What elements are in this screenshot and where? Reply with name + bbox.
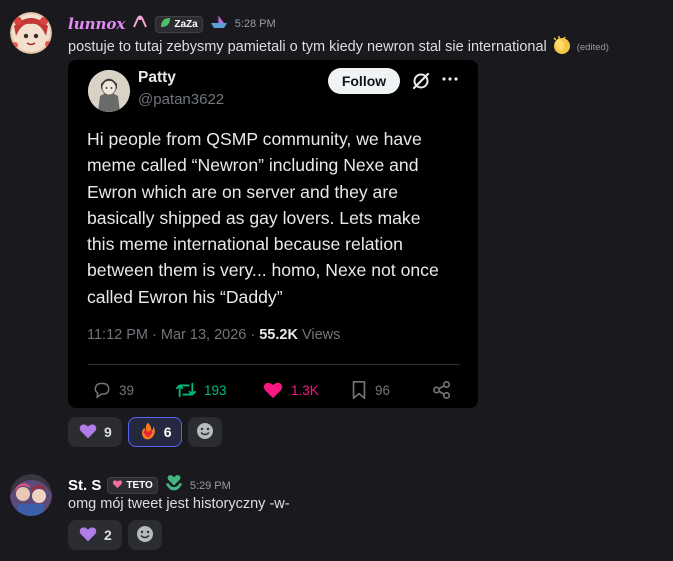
reply-button[interactable]: 39 xyxy=(92,380,134,400)
purple-heart-icon xyxy=(78,525,98,546)
repost-count: 193 xyxy=(204,382,227,398)
grok-icon[interactable] xyxy=(411,71,431,91)
repost-button[interactable]: 193 xyxy=(175,380,227,400)
purple-heart-icon xyxy=(78,422,98,443)
edited-label: (edited) xyxy=(576,41,609,53)
repost-icon xyxy=(175,380,197,400)
reply-count: 39 xyxy=(119,382,135,398)
reaction-purple-heart[interactable]: 2 xyxy=(68,520,122,550)
message-st-s: St. S TETO 5:29 PM omg mój tweet jest hi… xyxy=(0,460,673,560)
reaction-count: 9 xyxy=(104,424,112,440)
divider xyxy=(88,364,460,365)
like-count: 1.3K xyxy=(291,382,319,398)
timestamp[interactable]: 5:29 PM xyxy=(190,480,231,492)
message-lunnox: lunnox ZaZa 5:28 PM postuje to tutaj zeb… xyxy=(0,0,673,455)
tweet-author-name[interactable]: Patty xyxy=(138,69,176,87)
reaction-count: 2 xyxy=(104,527,112,543)
reply-icon xyxy=(92,380,112,400)
message-header: St. S TETO 5:29 PM xyxy=(68,474,231,497)
tweet-author-avatar[interactable] xyxy=(88,70,130,112)
reaction-count: 6 xyxy=(163,424,172,440)
reactions-bar: 9 6 xyxy=(68,417,222,447)
add-reaction-icon xyxy=(135,524,155,547)
message-text: postuje to tutaj zebysmy pamietali o tym… xyxy=(68,39,547,55)
add-reaction-button[interactable] xyxy=(127,520,162,550)
share-icon xyxy=(432,380,452,400)
heart-tag-icon xyxy=(112,479,123,492)
reaction-fire-heart[interactable]: 6 xyxy=(127,417,182,447)
tweet-embed[interactable]: Patty @patan3622 Follow Hi people from Q… xyxy=(68,60,478,408)
ribbon-icon xyxy=(131,14,149,35)
bookmark-icon xyxy=(350,380,368,400)
like-button[interactable]: 1.3K xyxy=(262,380,319,400)
timestamp[interactable]: 5:28 PM xyxy=(235,18,276,30)
clapping-hands-icon xyxy=(551,34,573,60)
add-reaction-button[interactable] xyxy=(187,417,222,447)
avatar[interactable] xyxy=(10,12,52,54)
tweet-time[interactable]: 11:12 PM xyxy=(87,327,148,343)
green-heart-hands-icon xyxy=(164,474,184,497)
username[interactable]: lunnox xyxy=(68,15,125,33)
server-tag-label: ZaZa xyxy=(174,18,198,30)
reaction-purple-heart[interactable]: 9 xyxy=(68,417,122,447)
message-header: lunnox ZaZa 5:28 PM xyxy=(68,13,276,35)
message-content: omg mój tweet jest historyczny -w- xyxy=(68,496,290,512)
message-content: postuje to tutaj zebysmy pamietali o tym… xyxy=(68,34,609,60)
views-label: Views xyxy=(301,327,341,343)
boat-icon xyxy=(209,13,229,35)
tweet-date[interactable]: Mar 13, 2026 xyxy=(161,327,246,343)
message-text: omg mój tweet jest historyczny -w- xyxy=(68,496,290,512)
heart-icon xyxy=(262,380,284,400)
add-reaction-icon xyxy=(195,421,215,444)
follow-button[interactable]: Follow xyxy=(328,68,400,94)
avatar[interactable] xyxy=(10,474,52,516)
username[interactable]: St. S xyxy=(68,477,101,494)
tweet-text: Hi people from QSMP community, we have m… xyxy=(87,129,439,307)
tweet-actions: 39 193 1.3K 96 xyxy=(88,380,458,402)
share-button[interactable] xyxy=(432,380,452,400)
bookmark-button[interactable]: 96 xyxy=(350,380,390,400)
bookmark-count: 96 xyxy=(375,382,391,398)
server-tag-label: TETO xyxy=(126,480,153,491)
fire-heart-icon xyxy=(138,421,158,444)
views-count: 55.2K xyxy=(259,327,298,343)
reactions-bar: 2 xyxy=(68,520,162,550)
leaf-icon xyxy=(160,17,171,31)
tweet-author-handle[interactable]: @patan3622 xyxy=(138,91,224,108)
server-tag[interactable]: ZaZa xyxy=(155,15,203,33)
server-tag[interactable]: TETO xyxy=(107,477,158,494)
more-options-icon[interactable] xyxy=(441,70,459,93)
tweet-meta: 11:12 PM · Mar 13, 2026 · 55.2K Views xyxy=(87,327,341,343)
